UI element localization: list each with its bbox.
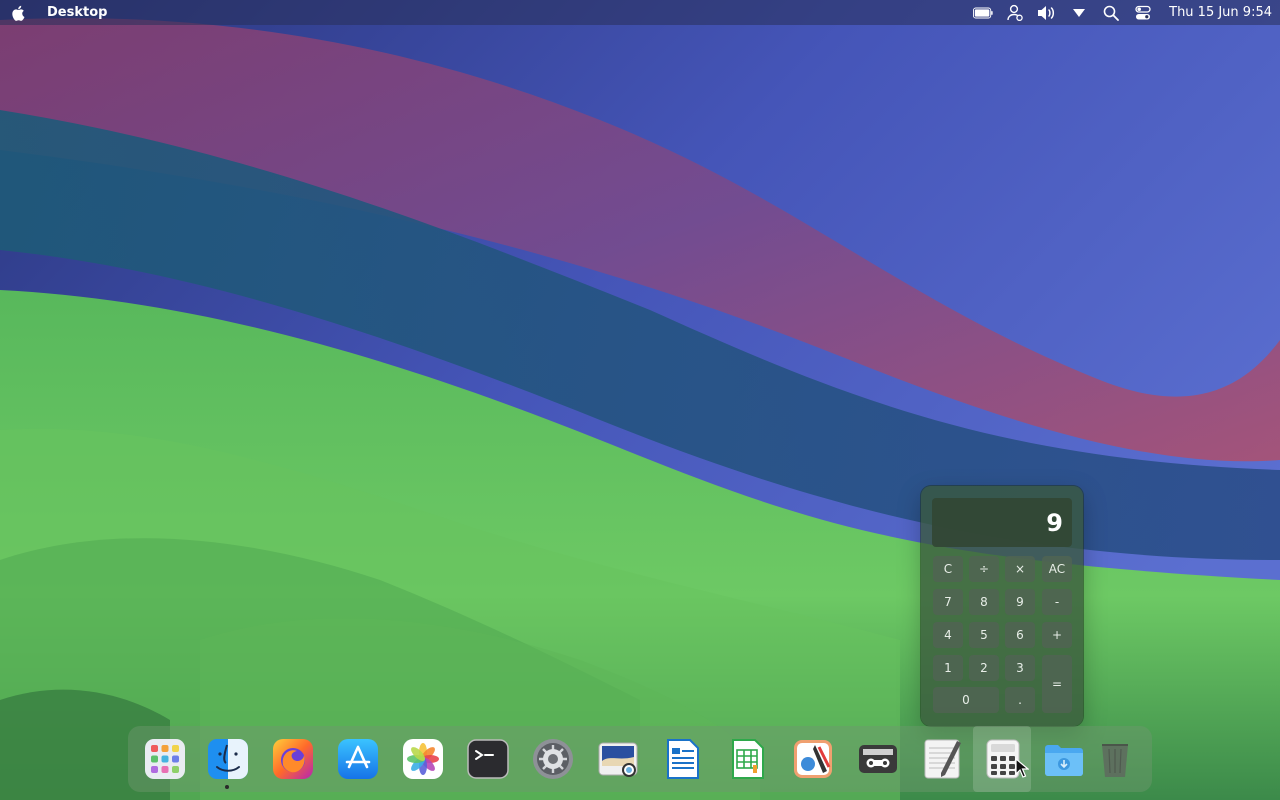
finder-running-indicator [225,785,229,789]
system-settings-icon[interactable] [530,736,576,782]
dropdown-icon[interactable] [1069,4,1089,22]
desktop-wallpaper [0,0,1280,800]
trash-icon[interactable] [1092,736,1138,782]
calculator-display: 9 [932,498,1072,547]
key-minus[interactable]: - [1042,589,1072,615]
key-6[interactable]: 6 [1005,622,1035,648]
downloads-folder-icon[interactable] [1041,736,1087,782]
calc-sheet-icon[interactable] [725,736,771,782]
key-0[interactable]: 0 [933,687,999,713]
control-center-icon[interactable] [1133,4,1153,22]
key-4[interactable]: 4 [933,622,963,648]
battery-icon[interactable] [973,4,993,22]
key-9[interactable]: 9 [1005,589,1035,615]
dock [128,726,1152,792]
text-editor-icon[interactable] [920,736,966,782]
key-equals[interactable]: = [1042,655,1072,713]
volume-icon[interactable] [1037,4,1057,22]
search-icon[interactable] [1101,4,1121,22]
menu-bar: Desktop Thu 15 Jun 9:54 [0,0,1280,25]
key-3[interactable]: 3 [1005,655,1035,681]
key-8[interactable]: 8 [969,589,999,615]
key-all-clear[interactable]: AC [1042,556,1072,582]
terminal-icon[interactable] [465,736,511,782]
key-5[interactable]: 5 [969,622,999,648]
launchpad-icon[interactable] [142,736,188,782]
key-2[interactable]: 2 [969,655,999,681]
draw-icon[interactable] [790,736,836,782]
active-app-title[interactable]: Desktop [47,5,107,20]
key-plus[interactable]: + [1042,622,1072,648]
finder-icon[interactable] [205,736,251,782]
user-icon[interactable] [1005,4,1025,22]
apple-menu-icon[interactable] [10,4,28,22]
menu-clock[interactable]: Thu 15 Jun 9:54 [1169,5,1272,20]
key-decimal[interactable]: . [1005,687,1035,713]
calculator-window: 9 C ÷ × AC 7 8 9 - 4 5 6 + 1 2 3 = 0 . [921,486,1083,726]
mouse-cursor-icon [1015,758,1029,778]
key-clear[interactable]: C [933,556,963,582]
key-divide[interactable]: ÷ [969,556,999,582]
app-store-icon[interactable] [335,736,381,782]
firefox-icon[interactable] [270,736,316,782]
writer-icon[interactable] [660,736,706,782]
photos-icon[interactable] [400,736,446,782]
key-multiply[interactable]: × [1005,556,1035,582]
key-1[interactable]: 1 [933,655,963,681]
tape-recorder-icon[interactable] [855,736,901,782]
image-viewer-icon[interactable] [595,736,641,782]
key-7[interactable]: 7 [933,589,963,615]
